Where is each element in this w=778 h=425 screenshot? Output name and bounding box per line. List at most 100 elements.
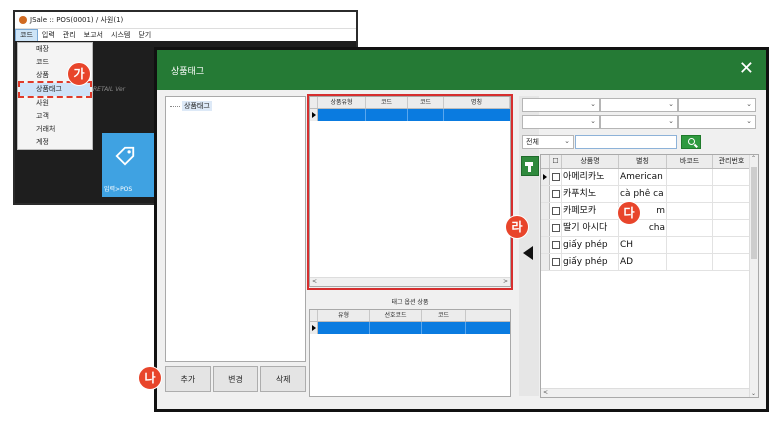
tag-grid[interactable]: 상품유형 코드 코드 명칭 < > — [309, 96, 511, 287]
row-checkbox[interactable] — [550, 169, 562, 185]
filter-combo-6[interactable]: ⌄ — [678, 115, 756, 129]
product-grid-header: ☐ 상품명 별칭 바코드 관리번호 — [541, 155, 758, 169]
tag-grid-hscroll[interactable]: < > — [310, 277, 510, 286]
col-code-1[interactable]: 코드 — [366, 97, 408, 108]
scroll-thumb[interactable] — [751, 167, 757, 259]
tree-node-root[interactable]: 상품태그 — [170, 101, 212, 111]
filter-combo-1[interactable]: ⌄ — [522, 98, 600, 112]
app-logo-icon — [19, 16, 27, 24]
arrow-left-icon[interactable] — [523, 246, 533, 260]
main-window-title: JSale :: POS(0001) / 사원(1) — [30, 16, 124, 24]
product-grid-vscroll[interactable]: ⌃ ⌄ — [749, 155, 758, 397]
tree-connector-line — [170, 105, 180, 107]
callout-badge-ra: 라 — [505, 215, 529, 239]
close-icon[interactable]: ✕ — [739, 58, 754, 80]
filter-combo-5[interactable]: ⌄ — [600, 115, 678, 129]
scroll-left-icon[interactable]: < — [543, 389, 548, 396]
main-menu-bar: 코드 입력 관리 보고서 시스템 닫기 — [15, 28, 356, 42]
alias-cell: CH — [619, 237, 667, 253]
tag-tree-panel: 상품태그 — [165, 96, 306, 362]
table-row[interactable] — [310, 109, 510, 121]
dropdown-item-customer[interactable]: 고객 — [18, 110, 92, 123]
menu-close[interactable]: 닫기 — [134, 29, 155, 42]
filter-combo-4[interactable]: ⌄ — [522, 115, 600, 129]
menu-report[interactable]: 보고서 — [80, 29, 107, 42]
col-name[interactable]: 명칭 — [444, 97, 510, 108]
product-name-cell: giấy phép — [562, 237, 619, 253]
menu-input[interactable]: 입력 — [38, 29, 59, 42]
callout-badge-da: 다 — [617, 201, 641, 225]
alias-cell: cà phê ca — [619, 186, 667, 202]
col-barcode[interactable]: 바코드 — [667, 155, 713, 168]
move-to-tag-button[interactable] — [521, 156, 539, 176]
product-name-cell: 아메리카노 — [562, 169, 619, 185]
table-row[interactable]: 카푸치노 cà phê ca — [541, 186, 758, 203]
scroll-down-icon[interactable]: ⌄ — [751, 390, 756, 397]
row-checkbox[interactable] — [550, 237, 562, 253]
row-checkbox[interactable] — [550, 254, 562, 270]
filter-combo-3[interactable]: ⌄ — [678, 98, 756, 112]
chevron-down-icon: ⌄ — [668, 100, 674, 108]
hand-pointer-icon — [525, 162, 533, 172]
retail-version-text: RETAIL Ver — [93, 86, 126, 93]
search-button[interactable] — [681, 135, 701, 149]
table-row[interactable]: giấy phép CH — [541, 237, 758, 254]
chevron-down-icon: ⌄ — [564, 137, 570, 145]
chevron-down-icon: ⌄ — [746, 100, 752, 108]
scroll-up-icon[interactable]: ⌃ — [751, 155, 756, 162]
table-row[interactable] — [310, 322, 510, 334]
chevron-down-icon: ⌄ — [590, 100, 596, 108]
table-row[interactable]: 아메리카노 American — [541, 169, 758, 186]
row-checkbox[interactable] — [550, 220, 562, 236]
product-grid-hscroll[interactable]: < — [541, 388, 749, 397]
row-indicator-icon — [310, 109, 318, 121]
table-row[interactable]: 딸기 아시다 cha — [541, 220, 758, 237]
tree-node-label: 상품태그 — [182, 101, 212, 111]
col-type[interactable]: 유형 — [318, 310, 370, 321]
row-indicator-icon — [541, 169, 550, 185]
chevron-down-icon: ⌄ — [668, 117, 674, 125]
pos-tile-label: 입력>POS — [104, 186, 133, 193]
tree-button-row: 추가 변경 삭제 — [165, 366, 307, 392]
menu-code[interactable]: 코드 — [15, 28, 38, 42]
add-button[interactable]: 추가 — [165, 366, 211, 392]
select-all-checkbox[interactable]: ☐ — [550, 155, 562, 168]
option-products-grid[interactable]: 유형 선호코드 코드 — [309, 309, 511, 397]
dropdown-item-vendor[interactable]: 거래처 — [18, 123, 92, 136]
dialog-body: 상품태그 추가 변경 삭제 상품유형 코드 코드 명칭 < > 태그 옵션 상품… — [157, 90, 766, 409]
callout-badge-ga: 가 — [67, 62, 91, 86]
dialog-title: 상품태그 — [171, 66, 205, 77]
col-alias[interactable]: 별칭 — [619, 155, 667, 168]
col-code[interactable]: 코드 — [422, 310, 466, 321]
scroll-left-icon[interactable]: < — [312, 278, 317, 285]
filter-combo-2[interactable]: ⌄ — [600, 98, 678, 112]
col-code-2[interactable]: 코드 — [408, 97, 444, 108]
delete-button[interactable]: 삭제 — [260, 366, 307, 392]
table-row[interactable]: giấy phép AD — [541, 254, 758, 271]
row-indicator-icon — [310, 322, 318, 334]
scroll-right-icon[interactable]: > — [503, 278, 508, 285]
search-input[interactable] — [575, 135, 677, 149]
col-product-type[interactable]: 상품유형 — [318, 97, 366, 108]
product-grid[interactable]: ☐ 상품명 별칭 바코드 관리번호 아메리카노 American 카푸치노 cà… — [540, 154, 759, 398]
col-management-no[interactable]: 관리번호 — [713, 155, 751, 168]
tag-icon — [115, 146, 135, 166]
product-name-cell: 카푸치노 — [562, 186, 619, 202]
main-title-bar: JSale :: POS(0001) / 사원(1) — [15, 12, 356, 28]
dialog-title-bar: 상품태그 ✕ — [157, 50, 766, 90]
product-name-cell: 딸기 아시다 — [562, 220, 619, 236]
col-preferred-code[interactable]: 선호코드 — [370, 310, 422, 321]
dropdown-item-account[interactable]: 계정 — [18, 136, 92, 149]
menu-manage[interactable]: 관리 — [59, 29, 80, 42]
row-checkbox[interactable] — [550, 186, 562, 202]
callout-badge-na: 나 — [138, 366, 162, 390]
col-product-name[interactable]: 상품명 — [562, 155, 619, 168]
pos-tile[interactable]: 입력>POS — [102, 133, 154, 197]
dropdown-item-store[interactable]: 매장 — [18, 43, 92, 56]
edit-button[interactable]: 변경 — [212, 366, 259, 392]
row-checkbox[interactable] — [550, 203, 562, 219]
type-select[interactable]: 전체 ⌄ — [522, 135, 574, 149]
menu-system[interactable]: 시스템 — [107, 29, 134, 42]
dropdown-item-employee[interactable]: 사원 — [18, 97, 92, 110]
table-row[interactable]: 카페모카 m — [541, 203, 758, 220]
